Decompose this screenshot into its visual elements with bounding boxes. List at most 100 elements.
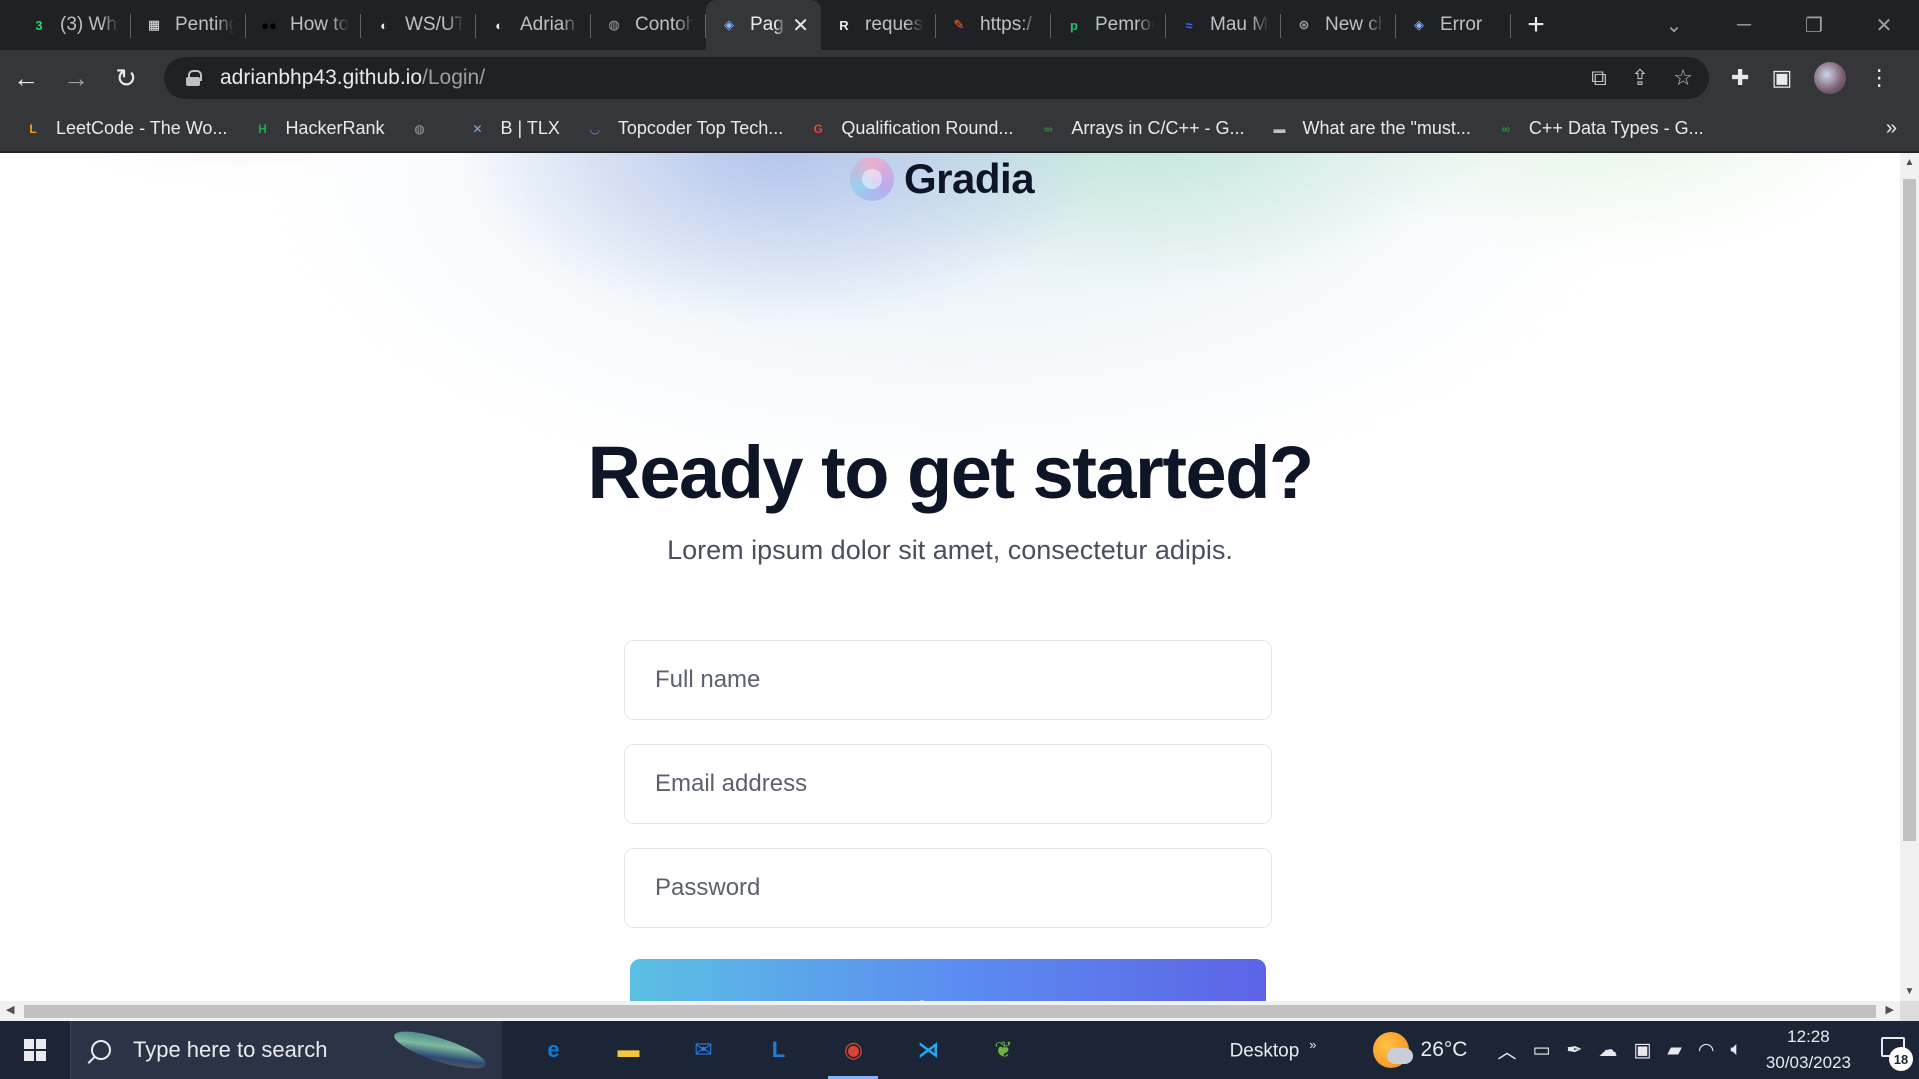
vertical-scroll-thumb[interactable] — [1903, 179, 1916, 841]
browser-toolbar: ← → ↻ adrianbhp43.github.io/Login/ ⧉ ⇪ ☆… — [0, 50, 1919, 106]
bookmark-label: C++ Data Types - G... — [1528, 118, 1704, 138]
tab-title: Pag — [750, 14, 784, 35]
browser-tab[interactable]: ✎ https:/ — [936, 0, 1051, 50]
desktop-toolbar[interactable]: Desktop » — [1230, 1037, 1317, 1062]
clock[interactable]: 12:28 30/03/2023 — [1766, 1024, 1851, 1076]
wifi-icon[interactable]: ◠ — [1698, 1039, 1715, 1062]
tab-title: (3) Wha — [60, 14, 119, 35]
weather-widget[interactable]: 26°C — [1372, 1032, 1468, 1068]
github-icon: ◐ — [495, 17, 503, 33]
new-tab-button[interactable]: + — [1511, 0, 1561, 50]
gfg-icon: ∞ — [1044, 121, 1053, 136]
scroll-down-arrow-icon[interactable]: ▼ — [1900, 986, 1919, 997]
horizontal-scrollbar[interactable]: ◀ ▶ — [0, 1001, 1900, 1021]
taskbar-app[interactable]: ◉ — [816, 1021, 891, 1079]
l-app-icon: L — [771, 1037, 786, 1062]
bookmark-label: LeetCode - The Wo... — [56, 118, 228, 138]
browser-tab[interactable]: ◈ Pag ✕ — [706, 0, 821, 50]
scroll-left-arrow-icon[interactable]: ◀ — [6, 1003, 14, 1016]
forward-button[interactable]: → — [52, 54, 100, 102]
browser-tab[interactable]: ▦ Penting — [131, 0, 246, 50]
tab-title: Mau M — [1210, 14, 1269, 35]
bookmark-item[interactable]: ✕ B | TLX — [466, 118, 559, 140]
site-logo[interactable]: Gradia — [850, 155, 1035, 203]
browser-tab[interactable]: ◍ Contoh — [591, 0, 706, 50]
scroll-up-arrow-icon[interactable]: ▲ — [1900, 157, 1919, 168]
browser-tab[interactable]: ●● How to — [246, 0, 361, 50]
side-panel-icon[interactable]: ▣ — [1771, 65, 1792, 91]
minimize-icon[interactable]: ─ — [1709, 14, 1779, 37]
tab-title: Error — [1440, 14, 1483, 35]
bookmark-item[interactable]: ∞ Arrays in C/C++ - G... — [1037, 118, 1244, 140]
extensions-icon[interactable]: ✚ — [1731, 65, 1749, 91]
tab-title: How to — [290, 14, 349, 35]
sign-up-button[interactable]: Sign Up — [630, 959, 1266, 1001]
bookmark-item[interactable]: ∞ C++ Data Types - G... — [1495, 118, 1704, 140]
back-button[interactable]: ← — [2, 54, 50, 102]
browser-tab[interactable]: ◐ Adrian — [476, 0, 591, 50]
temperature: 26°C — [1420, 1038, 1468, 1061]
close-tab-icon[interactable]: ✕ — [792, 13, 809, 38]
bookmark-item[interactable]: ◍ — [408, 118, 442, 140]
start-button[interactable] — [0, 1021, 70, 1079]
page-viewport: Gradia Ready to get started? Lorem ipsum… — [0, 153, 1900, 1001]
browser-tab[interactable]: ◈ Error — [1396, 0, 1511, 50]
menu-kebab-icon[interactable]: ⋮ — [1868, 65, 1890, 91]
browser-tab[interactable]: ≈ Mau M — [1166, 0, 1281, 50]
show-hidden-icons-chevron-icon[interactable]: ︿ — [1497, 1037, 1516, 1064]
bookmarks-bar: L LeetCode - The Wo... H HackerRank ◍ ✕ B | TL… — [0, 106, 1919, 152]
taskbar-app[interactable]: ▬ — [591, 1021, 666, 1079]
tab-search-chevron-icon[interactable]: ⌄ — [1639, 13, 1709, 38]
toolbar-overflow-icon[interactable]: » — [1309, 1037, 1316, 1052]
peacock-feather-icon — [390, 1024, 490, 1076]
bookmark-item[interactable]: ▬ What are the "must... — [1268, 118, 1470, 140]
bookmark-item[interactable]: G Qualification Round... — [807, 118, 1014, 140]
battery-icon[interactable]: ▰ — [1667, 1039, 1682, 1062]
notification-center-icon[interactable]: 18 — [1877, 1033, 1913, 1071]
bookmark-label: Qualification Round... — [841, 118, 1014, 138]
email-field[interactable] — [624, 744, 1272, 824]
browser-tab[interactable]: ⊛ New ch — [1281, 0, 1396, 50]
scroll-right-arrow-icon[interactable]: ▶ — [1886, 1003, 1894, 1016]
tab-title: https:/ — [980, 14, 1032, 35]
reload-button[interactable]: ↻ — [102, 54, 150, 102]
full-name-field[interactable] — [624, 640, 1272, 720]
profile-avatar[interactable] — [1814, 62, 1847, 94]
share-icon[interactable]: ⇪ — [1631, 65, 1649, 91]
vertical-scrollbar[interactable]: ▲ ▼ — [1900, 153, 1919, 1001]
taskbar-app[interactable]: L — [741, 1021, 816, 1079]
bookmark-item[interactable]: H HackerRank — [251, 118, 384, 140]
onedrive-cloud-icon[interactable]: ☁ — [1598, 1039, 1617, 1062]
google-icon: G — [813, 121, 823, 136]
pen-icon[interactable]: ✒ — [1566, 1039, 1582, 1062]
restore-icon[interactable]: ❐ — [1779, 13, 1849, 38]
browser-tab[interactable]: p Pemrog — [1051, 0, 1166, 50]
meet-now-icon[interactable]: ▭ — [1532, 1039, 1550, 1062]
volume-icon[interactable]: 🔈︎ — [1731, 1039, 1742, 1061]
password-field[interactable] — [624, 848, 1272, 928]
taskbar-app[interactable]: e — [516, 1021, 591, 1079]
taskbar-search-box[interactable]: Type here to search — [70, 1021, 502, 1079]
browser-tab[interactable]: ◐ WS/UT — [361, 0, 476, 50]
lock-icon[interactable] — [186, 70, 202, 86]
clock-time: 12:28 — [1787, 1027, 1830, 1046]
display-icon[interactable]: ▣ — [1633, 1039, 1651, 1062]
horizontal-scroll-thumb[interactable] — [24, 1005, 1876, 1018]
browser-tab[interactable]: Rreques — [821, 0, 936, 50]
bookmark-item[interactable]: ◡ Topcoder Top Tech... — [584, 118, 783, 140]
edge-icon: e — [547, 1037, 560, 1062]
page-subtitle: Lorem ipsum dolor sit amet, consectetur … — [667, 535, 1233, 565]
taskbar-app[interactable]: ❦ — [966, 1021, 1041, 1079]
windows-logo-icon — [24, 1039, 46, 1061]
close-window-icon[interactable]: ✕ — [1849, 13, 1919, 38]
bookmark-item[interactable]: L LeetCode - The Wo... — [22, 118, 227, 140]
taskbar-app[interactable]: ⋊ — [891, 1021, 966, 1079]
notification-badge: 18 — [1889, 1047, 1913, 1071]
translate-icon[interactable]: ⧉ — [1591, 65, 1607, 91]
address-bar[interactable]: adrianbhp43.github.io/Login/ ⧉ ⇪ ☆ — [164, 57, 1709, 99]
bookmark-star-icon[interactable]: ☆ — [1673, 65, 1693, 91]
bookmarks-overflow-icon[interactable]: » — [1886, 117, 1897, 140]
browser-tab[interactable]: 3 (3) Wha — [16, 0, 131, 50]
dash-icon: ▬ — [1273, 121, 1286, 136]
taskbar-app[interactable]: ✉ — [666, 1021, 741, 1079]
